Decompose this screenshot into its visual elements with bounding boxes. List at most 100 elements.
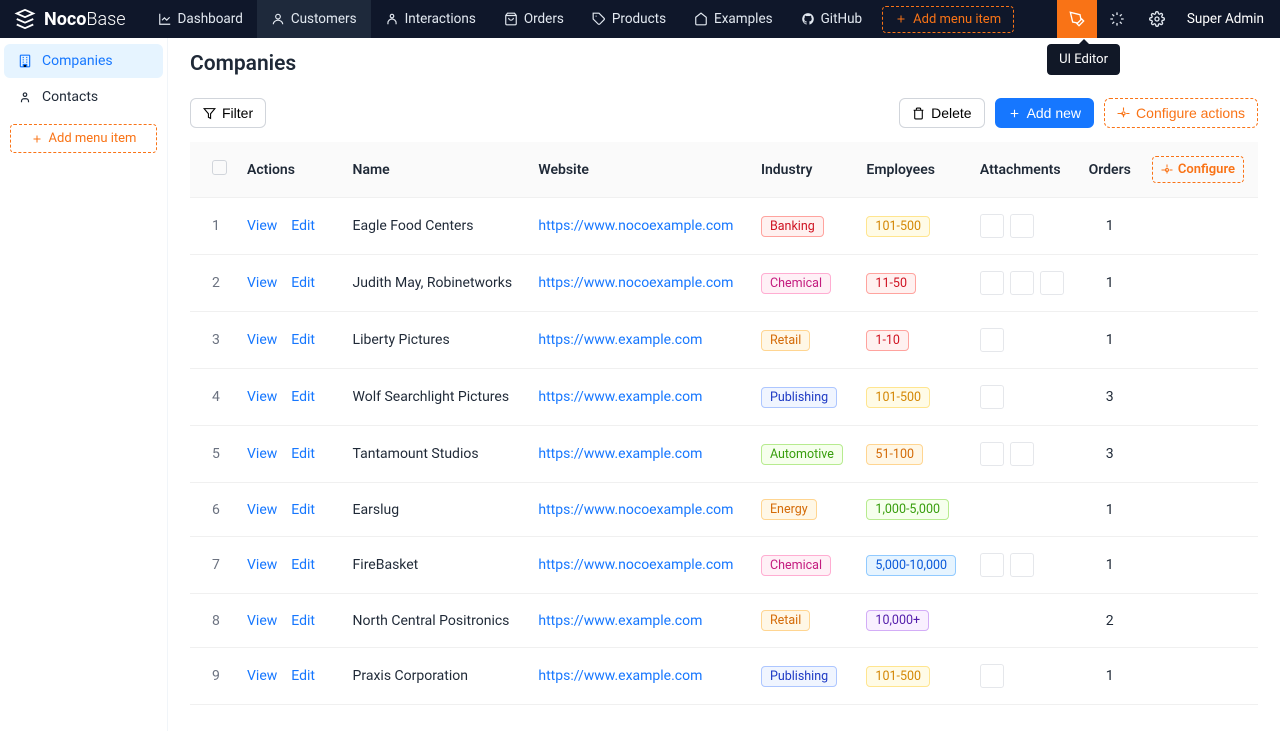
- attachment-thumb[interactable]: [980, 553, 1004, 577]
- nav-examples[interactable]: Examples: [680, 0, 787, 38]
- configure-columns-button[interactable]: Configure: [1152, 156, 1244, 183]
- attachment-thumb[interactable]: [1010, 214, 1034, 238]
- view-link[interactable]: View: [247, 218, 277, 234]
- view-link[interactable]: View: [247, 332, 277, 348]
- add-menu-item-top[interactable]: Add menu item: [882, 6, 1014, 33]
- attachment-thumb[interactable]: [980, 214, 1004, 238]
- website-link[interactable]: https://www.nocoexample.com: [538, 275, 733, 291]
- edit-link[interactable]: Edit: [291, 332, 315, 348]
- row-employees: 1-10: [856, 312, 969, 369]
- table-row: 4 ViewEdit Wolf Searchlight Pictures htt…: [190, 369, 1258, 426]
- row-orders: 1: [1078, 483, 1142, 537]
- select-all-checkbox[interactable]: [212, 160, 227, 175]
- filter-icon: [203, 107, 216, 120]
- nav-orders[interactable]: Orders: [490, 0, 578, 38]
- row-actions: View Edit: [237, 255, 343, 312]
- edit-link[interactable]: Edit: [291, 389, 315, 405]
- edit-link[interactable]: Edit: [291, 613, 315, 629]
- row-industry: Retail: [751, 312, 856, 369]
- attachment-thumb[interactable]: [980, 385, 1004, 409]
- industry-tag: Automotive: [761, 444, 843, 465]
- industry-tag: Chemical: [761, 273, 831, 294]
- filter-button[interactable]: Filter: [190, 98, 266, 128]
- row-number: 1: [190, 198, 237, 255]
- website-link[interactable]: https://www.example.com: [538, 332, 702, 348]
- row-attachments: [970, 255, 1078, 312]
- attachment-thumb[interactable]: [1040, 271, 1064, 295]
- table-row: 8 ViewEdit North Central Positronics htt…: [190, 594, 1258, 648]
- delete-button[interactable]: Delete: [899, 98, 984, 128]
- website-link[interactable]: https://www.example.com: [538, 613, 702, 629]
- row-number: 7: [190, 537, 237, 594]
- sidebar: CompaniesContacts Add menu item: [0, 38, 168, 731]
- configure-actions-button[interactable]: Configure actions: [1104, 98, 1258, 128]
- attachment-thumb[interactable]: [1010, 553, 1034, 577]
- nav-customers[interactable]: Customers: [257, 0, 371, 38]
- sidebar-item-companies[interactable]: Companies: [4, 44, 163, 78]
- settings-button[interactable]: [1137, 0, 1177, 38]
- edit-link[interactable]: Edit: [291, 446, 315, 462]
- view-link[interactable]: View: [247, 668, 277, 684]
- add-new-button[interactable]: Add new: [995, 98, 1094, 128]
- attachment-thumb[interactable]: [980, 442, 1004, 466]
- table-row: 6 ViewEdit Earslug https://www.nocoexamp…: [190, 483, 1258, 537]
- row-actions: View Edit: [237, 426, 343, 483]
- col-website: Website: [528, 142, 751, 198]
- row-name: Earslug: [343, 483, 529, 537]
- row-actions: View Edit: [237, 198, 343, 255]
- user-menu[interactable]: Super Admin: [1177, 11, 1280, 27]
- sidebar-item-contacts[interactable]: Contacts: [4, 80, 163, 114]
- attachment-thumb[interactable]: [1010, 442, 1034, 466]
- add-menu-item-side[interactable]: Add menu item: [10, 124, 157, 153]
- row-employees: 101-500: [856, 369, 969, 426]
- row-employees: 10,000+: [856, 594, 969, 648]
- edit-link[interactable]: Edit: [291, 557, 315, 573]
- attachment-thumb[interactable]: [980, 271, 1004, 295]
- row-number: 3: [190, 312, 237, 369]
- view-link[interactable]: View: [247, 502, 277, 518]
- row-orders: 1: [1078, 312, 1142, 369]
- website-link[interactable]: https://www.nocoexample.com: [538, 218, 733, 234]
- contact-icon: [18, 90, 32, 104]
- nav-dashboard[interactable]: Dashboard: [144, 0, 257, 38]
- row-website: https://www.nocoexample.com: [528, 537, 751, 594]
- website-link[interactable]: https://www.nocoexample.com: [538, 502, 733, 518]
- view-link[interactable]: View: [247, 446, 277, 462]
- website-link[interactable]: https://www.nocoexample.com: [538, 557, 733, 573]
- row-orders: 1: [1078, 198, 1142, 255]
- website-link[interactable]: https://www.example.com: [538, 389, 702, 405]
- edit-link[interactable]: Edit: [291, 275, 315, 291]
- plugins-button[interactable]: [1097, 0, 1137, 38]
- tag-icon: [592, 12, 606, 26]
- edit-link[interactable]: Edit: [291, 502, 315, 518]
- nav-products[interactable]: Products: [578, 0, 680, 38]
- view-link[interactable]: View: [247, 275, 277, 291]
- view-link[interactable]: View: [247, 557, 277, 573]
- ui-editor-button[interactable]: [1057, 0, 1097, 38]
- brand-logo[interactable]: NocoBase: [0, 8, 144, 30]
- row-employees: 101-500: [856, 648, 969, 705]
- plus-icon: [31, 133, 43, 145]
- row-employees: 51-100: [856, 426, 969, 483]
- attachment-thumb[interactable]: [1010, 271, 1034, 295]
- row-website: https://www.nocoexample.com: [528, 255, 751, 312]
- industry-tag: Chemical: [761, 555, 831, 576]
- nav-interactions[interactable]: Interactions: [371, 0, 490, 38]
- tooltip: UI Editor: [1047, 44, 1120, 75]
- row-website: https://www.example.com: [528, 594, 751, 648]
- website-link[interactable]: https://www.example.com: [538, 446, 702, 462]
- view-link[interactable]: View: [247, 389, 277, 405]
- nav-github[interactable]: GitHub: [787, 0, 877, 38]
- industry-tag: Retail: [761, 610, 810, 631]
- row-attachments: [970, 483, 1078, 537]
- edit-link[interactable]: Edit: [291, 218, 315, 234]
- website-link[interactable]: https://www.example.com: [538, 668, 702, 684]
- row-actions: View Edit: [237, 312, 343, 369]
- table-row: 2 ViewEdit Judith May, Robinetworks http…: [190, 255, 1258, 312]
- attachment-thumb[interactable]: [980, 328, 1004, 352]
- attachment-thumb[interactable]: [980, 664, 1004, 688]
- industry-tag: Energy: [761, 499, 817, 520]
- row-name: Liberty Pictures: [343, 312, 529, 369]
- edit-link[interactable]: Edit: [291, 668, 315, 684]
- view-link[interactable]: View: [247, 613, 277, 629]
